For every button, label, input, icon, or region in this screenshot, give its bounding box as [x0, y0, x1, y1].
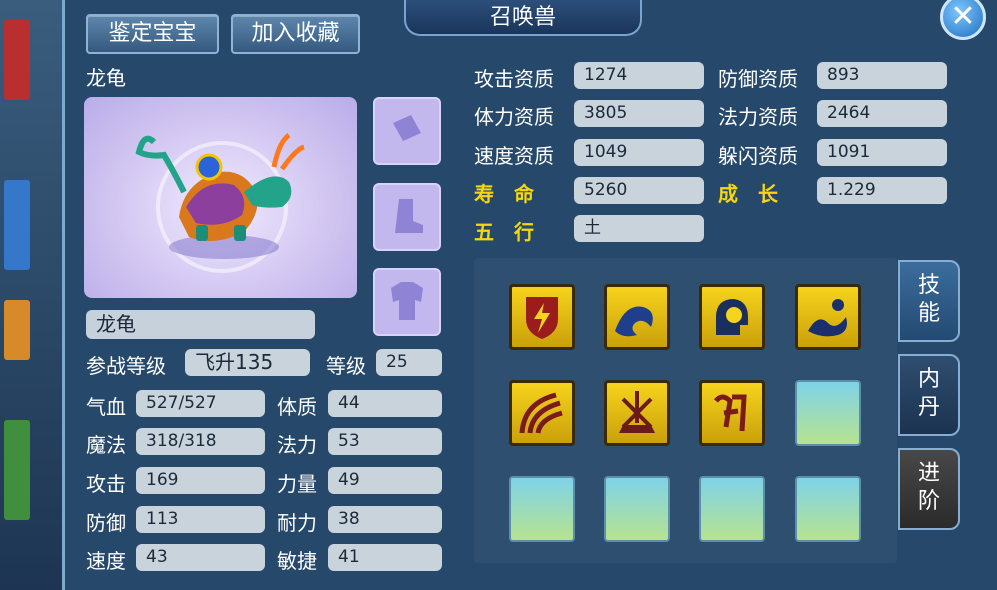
speed-value: 43 [136, 544, 265, 571]
skill-slot[interactable] [509, 284, 575, 350]
background-decoration [4, 420, 30, 520]
pet-name-field[interactable]: 龙龟 [86, 310, 315, 339]
agility-label: 敏捷 [277, 549, 317, 573]
element-label: 五 行 [474, 220, 534, 244]
level-label: 等级 [326, 354, 366, 378]
mp-label: 魔法 [86, 433, 126, 457]
skill-slot-empty[interactable] [795, 380, 861, 446]
dragon-turtle-icon [135, 132, 305, 273]
dodge-aptitude-value: 1091 [817, 139, 947, 166]
magic-aptitude-value: 2464 [817, 100, 947, 127]
attack-aptitude-value: 1274 [574, 62, 704, 89]
mp-value: 318/318 [136, 428, 265, 455]
hp-value: 527/527 [136, 390, 265, 417]
battle-level-label: 参战等级 [86, 354, 166, 378]
window-title: 召唤兽 [404, 0, 642, 36]
lifespan-label: 寿 命 [474, 182, 534, 206]
background-decoration [4, 180, 30, 270]
wave-icon [615, 306, 653, 337]
pet-preview[interactable] [84, 97, 357, 298]
magic-power-label: 法力 [277, 433, 317, 457]
growth-value: 1.229 [817, 177, 947, 204]
defense-aptitude-label: 防御资质 [718, 67, 798, 91]
defense-aptitude-value: 893 [817, 62, 947, 89]
attack-label: 攻击 [86, 472, 126, 496]
speed-aptitude-value: 1049 [574, 139, 704, 166]
lifespan-value: 5260 [574, 177, 704, 204]
element-value: 土 [574, 215, 704, 242]
tab-skills[interactable]: 技能 [898, 260, 960, 342]
background-decoration [4, 300, 30, 360]
appraise-button[interactable]: 鉴定宝宝 [86, 14, 219, 54]
equip-slot-armor[interactable] [373, 268, 441, 336]
tab-skills-label: 技能 [917, 273, 940, 326]
constitution-label: 体质 [277, 395, 317, 419]
endurance-value: 38 [328, 506, 442, 533]
hp-label: 气血 [86, 395, 126, 419]
attack-value: 169 [136, 467, 265, 494]
skill-slot[interactable] [604, 284, 670, 350]
level-value: 25 [376, 349, 442, 376]
skill-slot-empty[interactable] [795, 476, 861, 542]
defense-value: 113 [136, 506, 265, 533]
tab-inner-core-label: 内丹 [917, 367, 940, 420]
battle-level-value: 飞升135 [185, 349, 310, 376]
magic-power-value: 53 [328, 428, 442, 455]
constitution-value: 44 [328, 390, 442, 417]
rune-icon [714, 394, 747, 432]
strength-label: 力量 [277, 472, 317, 496]
boots-icon [395, 199, 423, 233]
swirl-creature-icon [808, 299, 847, 337]
shield-lightning-icon [526, 297, 558, 339]
weapons-icon [619, 391, 655, 433]
equip-slot-boots[interactable] [373, 183, 441, 251]
tab-inner-core[interactable]: 内丹 [898, 354, 960, 436]
claw-scratch-icon [519, 392, 563, 434]
skill-slot[interactable] [604, 380, 670, 446]
tab-advance-label: 进阶 [917, 461, 940, 514]
attack-aptitude-label: 攻击资质 [474, 67, 554, 91]
stamina-aptitude-value: 3805 [574, 100, 704, 127]
speed-aptitude-label: 速度资质 [474, 144, 554, 168]
mind-head-icon [716, 299, 748, 335]
helmet-icon [393, 115, 421, 141]
endurance-label: 耐力 [277, 511, 317, 535]
skill-slot[interactable] [699, 284, 765, 350]
stamina-aptitude-label: 体力资质 [474, 105, 554, 129]
skill-slot-empty[interactable] [509, 476, 575, 542]
pet-species: 龙龟 [86, 66, 126, 90]
equip-slot-helmet[interactable] [373, 97, 441, 165]
magic-aptitude-label: 法力资质 [718, 105, 798, 129]
skill-slot-empty[interactable] [604, 476, 670, 542]
dodge-aptitude-label: 躲闪资质 [718, 144, 798, 168]
background-game-strip [0, 0, 64, 590]
background-decoration [4, 20, 30, 100]
strength-value: 49 [328, 467, 442, 494]
skill-slot[interactable] [509, 380, 575, 446]
tab-advance[interactable]: 进阶 [898, 448, 960, 530]
add-favorite-button[interactable]: 加入收藏 [231, 14, 360, 54]
agility-value: 41 [328, 544, 442, 571]
defense-label: 防御 [86, 511, 126, 535]
skill-slot[interactable] [699, 380, 765, 446]
skill-slot[interactable] [795, 284, 861, 350]
armor-icon [391, 282, 423, 320]
growth-label: 成 长 [718, 182, 778, 206]
skill-slot-empty[interactable] [699, 476, 765, 542]
speed-label: 速度 [86, 549, 126, 573]
